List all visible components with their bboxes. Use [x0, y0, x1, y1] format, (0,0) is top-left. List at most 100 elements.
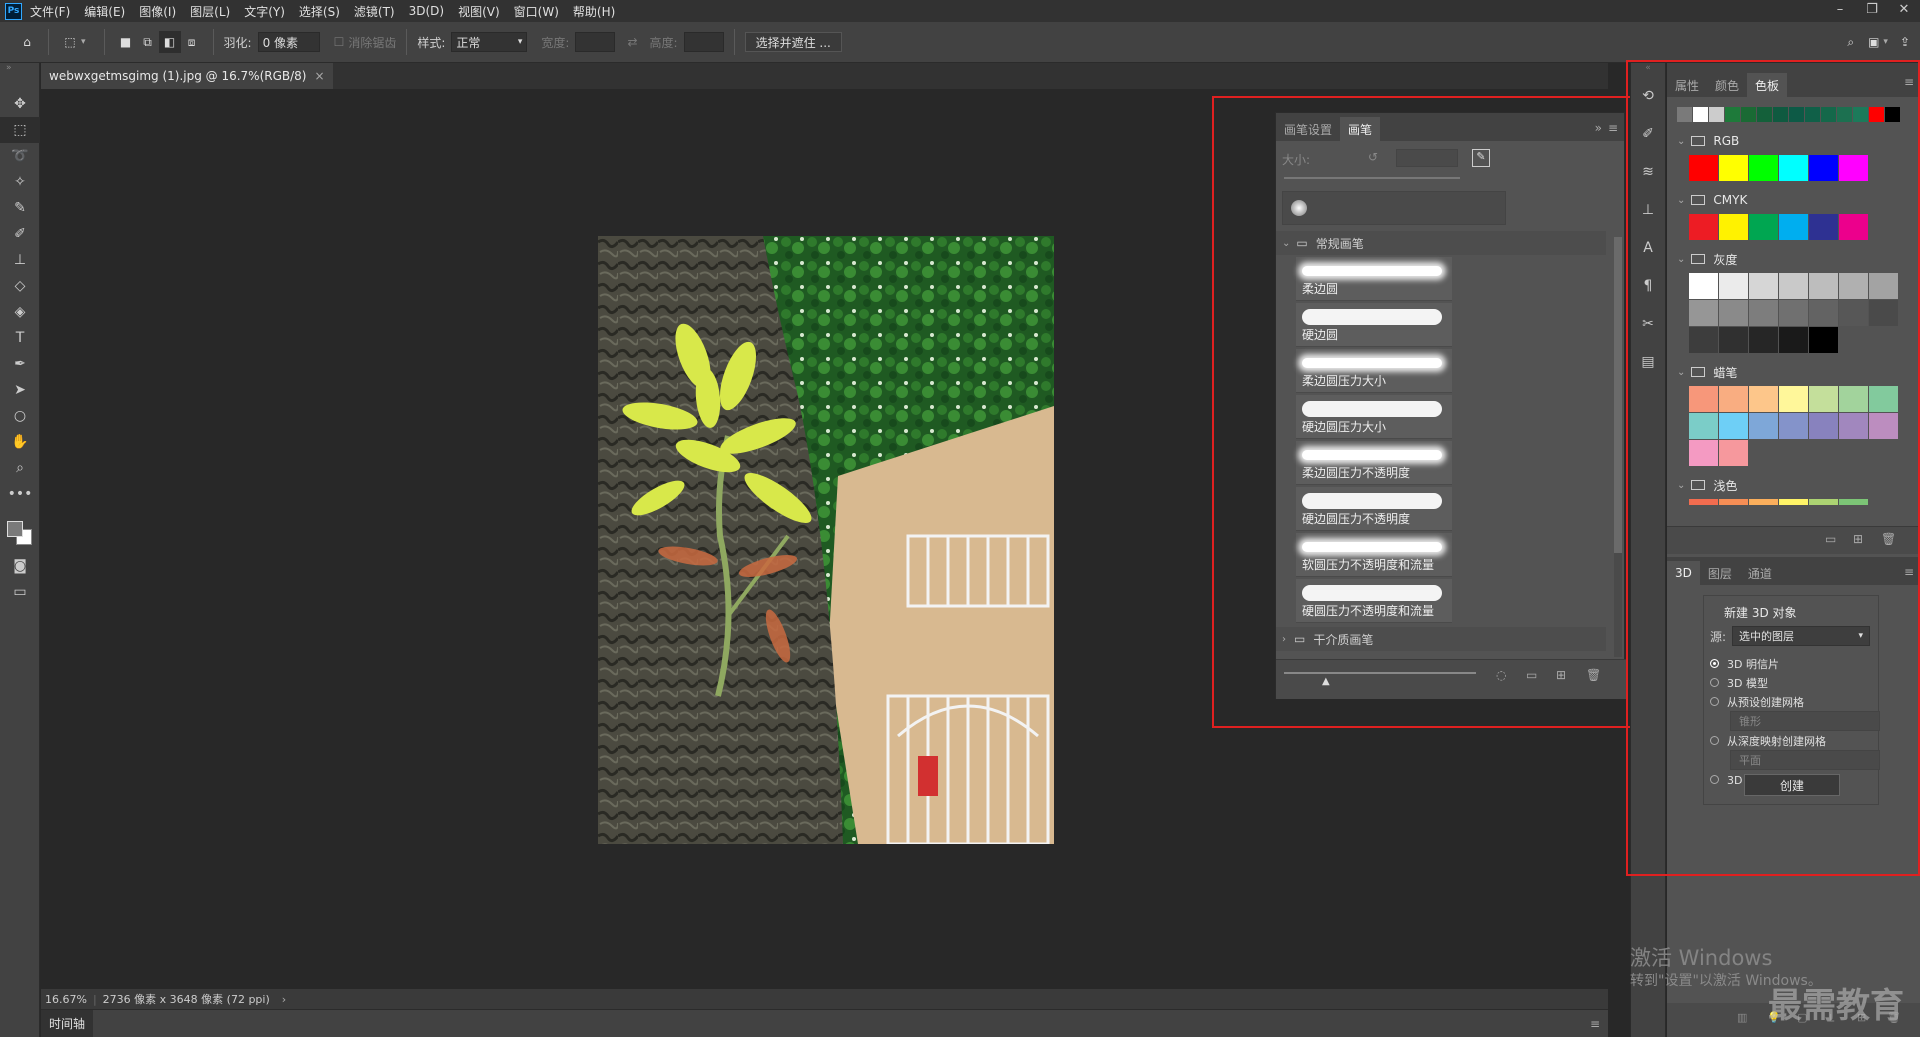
recent-swatch[interactable]: [1677, 107, 1692, 122]
size-slider[interactable]: [1284, 177, 1460, 179]
swatch-group-header[interactable]: ⌄ 灰度: [1667, 247, 1920, 271]
brush-tool-icon[interactable]: ✐: [0, 221, 40, 247]
chevron-down-icon[interactable]: ▾: [1883, 37, 1888, 47]
swatch-group-header[interactable]: ⌄ CMYK: [1667, 188, 1920, 212]
color-swatch[interactable]: [1869, 273, 1898, 299]
new-selection-icon[interactable]: ■: [115, 31, 137, 53]
eraser-tool-icon[interactable]: ◇: [0, 273, 40, 299]
tab-properties[interactable]: 属性: [1667, 73, 1707, 97]
color-swatch[interactable]: [1689, 214, 1718, 240]
color-swatch[interactable]: [1749, 327, 1778, 353]
color-swatch[interactable]: [1839, 214, 1868, 240]
swatch-group-header[interactable]: ⌄ RGB: [1667, 129, 1920, 153]
recent-swatch[interactable]: [1853, 107, 1868, 122]
paint-bucket-tool-icon[interactable]: ◈: [0, 299, 40, 325]
recent-swatch[interactable]: [1709, 107, 1724, 122]
quick-mask-icon[interactable]: ◙: [0, 553, 40, 579]
menu-file[interactable]: 文件(F): [30, 3, 70, 20]
recent-swatch[interactable]: [1773, 107, 1788, 122]
menu-3d[interactable]: 3D(D): [409, 4, 444, 18]
scrollbar-thumb[interactable]: [1614, 237, 1622, 553]
intersect-selection-icon[interactable]: ⧈: [181, 31, 203, 53]
character-icon[interactable]: A: [1631, 229, 1665, 267]
pen-tool-icon[interactable]: ✒: [0, 351, 40, 377]
toggle-preview-icon[interactable]: ◌: [1496, 668, 1506, 682]
color-swatch[interactable]: [1809, 214, 1838, 240]
color-swatch[interactable]: [1809, 413, 1838, 439]
delete-icon[interactable]: 🗑: [1586, 668, 1601, 682]
color-swatch[interactable]: [1869, 386, 1898, 412]
recent-swatch[interactable]: [1821, 107, 1836, 122]
hand-tool-icon[interactable]: ✋: [0, 429, 40, 455]
color-swatch[interactable]: [1779, 499, 1808, 505]
color-swatch[interactable]: [1839, 413, 1868, 439]
color-swatch[interactable]: [1689, 440, 1718, 466]
color-swatch[interactable]: [1839, 386, 1868, 412]
recent-brush-icon[interactable]: [1291, 200, 1307, 216]
color-swatch[interactable]: [1719, 499, 1748, 505]
color-swatch[interactable]: [1749, 499, 1778, 505]
lasso-tool-icon[interactable]: ➰: [0, 143, 40, 169]
color-swatch[interactable]: [1689, 155, 1718, 181]
option-3d-model[interactable]: 3D 模型: [1710, 673, 1880, 692]
color-swatch[interactable]: [1719, 300, 1748, 326]
color-swatch[interactable]: [1749, 300, 1778, 326]
recent-swatch[interactable]: [1869, 107, 1884, 122]
workspace-icon[interactable]: ▣: [1868, 35, 1879, 49]
color-swatch[interactable]: [1719, 386, 1748, 412]
foreground-color-swatch[interactable]: [7, 521, 23, 537]
clone-source-icon[interactable]: ⊥: [1631, 191, 1665, 229]
recent-swatch[interactable]: [1805, 107, 1820, 122]
create-button[interactable]: 创建: [1744, 774, 1840, 796]
size-input[interactable]: [1396, 149, 1458, 167]
color-swatch[interactable]: [1689, 273, 1718, 299]
group-dry-media[interactable]: › ▭ 干介质画笔: [1276, 627, 1606, 651]
notes-icon[interactable]: ▤: [1631, 343, 1665, 381]
recent-swatch[interactable]: [1693, 107, 1708, 122]
new-swatch-icon[interactable]: ⊞: [1853, 532, 1863, 546]
add-selection-icon[interactable]: ⧉: [137, 31, 159, 53]
new-brush-icon[interactable]: ⊞: [1556, 668, 1566, 682]
color-swatch[interactable]: [1839, 155, 1868, 181]
tab-swatches[interactable]: 色板: [1747, 73, 1788, 97]
depth-select[interactable]: 平面: [1730, 750, 1880, 770]
share-icon[interactable]: ⇪: [1900, 35, 1910, 49]
reset-size-icon[interactable]: ↺: [1368, 150, 1378, 164]
marquee-tool-icon[interactable]: ⬚: [0, 117, 40, 143]
zoom-readout[interactable]: 16.67%: [45, 993, 87, 1006]
stamp-tool-icon[interactable]: ⊥: [0, 247, 40, 273]
color-swatch[interactable]: [1839, 499, 1868, 505]
source-select[interactable]: 选中的图层 ▾: [1732, 626, 1871, 646]
new-group-icon[interactable]: ▭: [1825, 532, 1836, 546]
document-tab[interactable]: webwxgetmsgimg (1).jpg @ 16.7%(RGB/8) ×: [41, 63, 333, 89]
chevron-down-icon[interactable]: ▾: [81, 37, 86, 47]
more-tools-icon[interactable]: •••: [0, 481, 40, 507]
color-swatch[interactable]: [1749, 214, 1778, 240]
color-swatch[interactable]: [1809, 499, 1838, 505]
collapse-icon[interactable]: »: [1595, 121, 1602, 135]
delete-icon[interactable]: 🗑: [1881, 532, 1896, 546]
document-image[interactable]: [598, 236, 1054, 844]
color-swatch[interactable]: [1869, 413, 1898, 439]
color-swatch[interactable]: [1779, 327, 1808, 353]
color-swatch[interactable]: [1839, 300, 1868, 326]
collapse-icon[interactable]: «: [1631, 63, 1665, 77]
zoom-tool-icon[interactable]: ⌕: [0, 455, 40, 481]
menu-edit[interactable]: 编辑(E): [84, 3, 125, 20]
brush-item[interactable]: 硬边圆: [1296, 303, 1452, 347]
color-swatch[interactable]: [1809, 300, 1838, 326]
filter-icon[interactable]: ▥: [1737, 1011, 1747, 1024]
brush-item[interactable]: 柔边圆压力大小: [1296, 349, 1452, 393]
scrollbar[interactable]: [1614, 237, 1622, 657]
chevron-right-icon[interactable]: ›: [282, 993, 286, 1006]
group-general-brushes[interactable]: ⌄ ▭ 常规画笔: [1276, 231, 1606, 255]
menu-layer[interactable]: 图层(L): [190, 3, 230, 20]
timeline-tab[interactable]: 时间轴: [41, 1009, 94, 1037]
menu-image[interactable]: 图像(I): [139, 3, 176, 20]
tab-brushes[interactable]: 画笔: [1340, 117, 1381, 141]
recent-swatch[interactable]: [1789, 107, 1804, 122]
tool-presets-icon[interactable]: ✂: [1631, 305, 1665, 343]
menu-window[interactable]: 窗口(W): [514, 3, 559, 20]
rect-marquee-preset-icon[interactable]: ⬚: [59, 31, 81, 53]
menu-view[interactable]: 视图(V): [458, 3, 500, 20]
